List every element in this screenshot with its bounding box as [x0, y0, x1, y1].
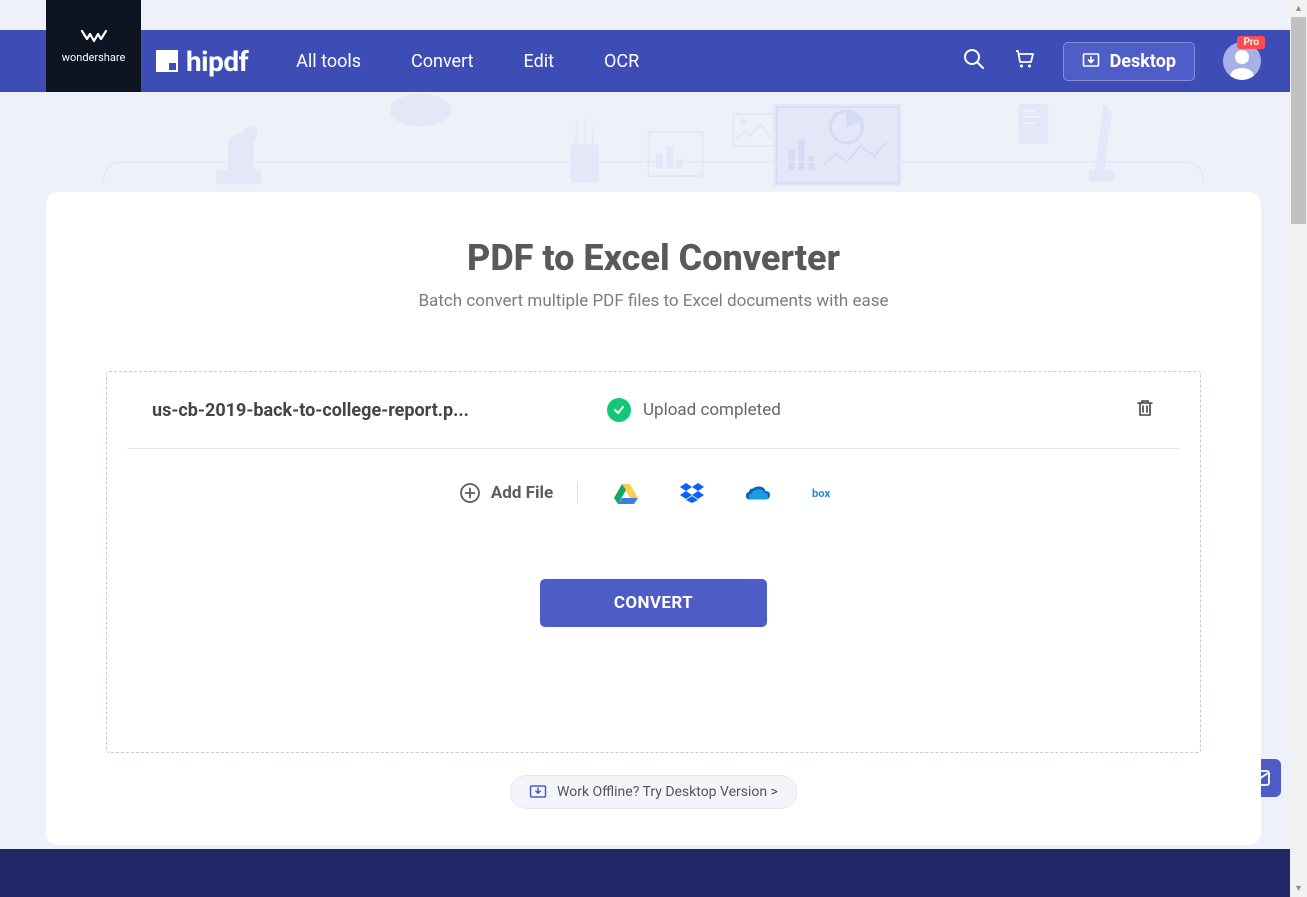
wondershare-icon [80, 29, 108, 47]
file-name: us-cb-2019-back-to-college-report.p... [152, 400, 567, 421]
delete-button[interactable] [1135, 398, 1155, 422]
divider [577, 482, 578, 504]
page-subtitle: Batch convert multiple PDF files to Exce… [106, 291, 1201, 311]
add-file-button[interactable]: Add File [459, 482, 553, 504]
trash-icon [1135, 398, 1155, 418]
desktop-button[interactable]: Desktop [1063, 42, 1195, 81]
scrollbar[interactable]: ▴ ▾ [1290, 0, 1307, 897]
status-text: Upload completed [643, 400, 781, 420]
file-row: us-cb-2019-back-to-college-report.p... U… [127, 372, 1180, 449]
footer [0, 849, 1307, 897]
main-card: PDF to Excel Converter Batch convert mul… [46, 192, 1261, 845]
offline-label: Work Offline? Try Desktop Version > [557, 784, 778, 800]
wondershare-label: wondershare [62, 51, 126, 64]
hipdf-text: hipdf [186, 45, 248, 78]
cart-icon[interactable] [1013, 48, 1035, 74]
topbar [0, 0, 1307, 30]
search-icon[interactable] [963, 48, 985, 74]
pro-badge: Pro [1237, 36, 1265, 49]
hipdf-icon [156, 50, 178, 72]
box-icon[interactable]: box [812, 481, 836, 505]
navbar: hipdf All tools Convert Edit OCR Desktop… [0, 30, 1307, 92]
dropzone: us-cb-2019-back-to-college-report.p... U… [106, 371, 1201, 753]
scroll-thumb[interactable] [1291, 17, 1306, 224]
desktop-label: Desktop [1110, 51, 1176, 72]
hipdf-logo[interactable]: hipdf [156, 45, 248, 78]
check-icon [607, 398, 631, 422]
bg-illustration [0, 92, 1307, 192]
nav-all-tools[interactable]: All tools [296, 51, 361, 72]
onedrive-icon[interactable] [746, 481, 770, 505]
offline-button[interactable]: Work Offline? Try Desktop Version > [510, 775, 797, 809]
nav-ocr[interactable]: OCR [604, 51, 639, 72]
nav-edit[interactable]: Edit [524, 51, 554, 72]
offline-download-icon [529, 784, 547, 800]
page-title: PDF to Excel Converter [106, 237, 1201, 279]
add-file-label: Add File [491, 483, 553, 503]
scroll-down-icon[interactable]: ▾ [1290, 880, 1307, 897]
convert-button[interactable]: CONVERT [540, 579, 767, 627]
scroll-up-icon[interactable]: ▴ [1290, 0, 1307, 17]
svg-text:box: box [812, 487, 830, 500]
download-icon [1082, 52, 1100, 70]
nav-convert[interactable]: Convert [411, 51, 474, 72]
wondershare-logo[interactable]: wondershare [46, 0, 141, 92]
dropbox-icon[interactable] [680, 481, 704, 505]
google-drive-icon[interactable] [614, 481, 638, 505]
plus-circle-icon [459, 482, 481, 504]
